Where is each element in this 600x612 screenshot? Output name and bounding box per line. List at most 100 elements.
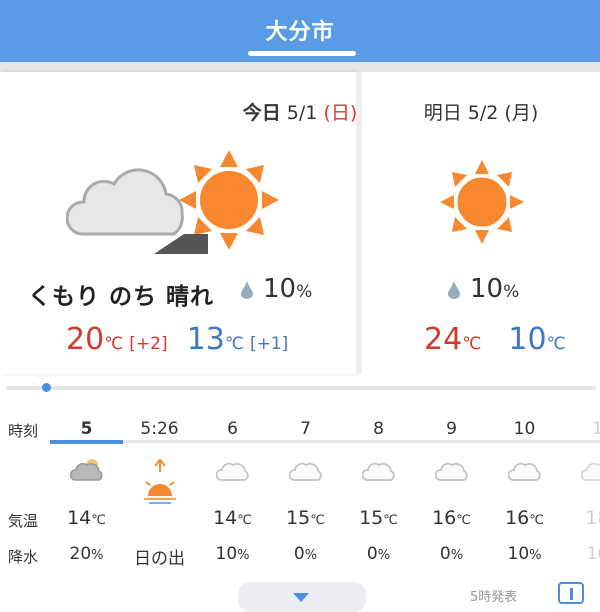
city-tab-indicator [248, 51, 356, 56]
cloudy-sun-icon [50, 456, 123, 486]
hour-label[interactable]: 5:26 [123, 419, 196, 439]
app-header: 大分市 [0, 0, 600, 62]
hour-rain-chance: 0% [269, 544, 342, 564]
today-low-unit: ℃ [224, 334, 244, 354]
hour-label[interactable]: 6 [196, 419, 269, 439]
hour-temperature-unit: ℃ [383, 513, 398, 528]
today-weekday: (日) [323, 102, 358, 124]
day-scroll-indicator[interactable] [42, 383, 51, 392]
raindrop-icon [241, 280, 253, 299]
hour-temperature-value: 14 [67, 507, 92, 529]
info-button[interactable] [558, 582, 584, 604]
tomorrow-low: 10℃ [508, 322, 565, 357]
cloud-icon [488, 460, 561, 486]
hour-rain-value: 0 [293, 544, 305, 564]
hour-rain-value: 日の出 [134, 549, 185, 569]
hour-temperature-value: 18 [585, 507, 600, 529]
tomorrow-rain-value: 10 [470, 274, 504, 304]
tomorrow-high-unit: ℃ [462, 334, 482, 354]
hour-temperature-unit: ℃ [529, 513, 544, 528]
hour-label[interactable]: 1 [561, 419, 600, 439]
today-temperatures: 20℃ [+2] 13℃ [+1] [66, 322, 288, 357]
row-label-temp: 気温 [8, 512, 39, 530]
hour-rain-value: 10 [215, 544, 238, 564]
current-hour-indicator [50, 440, 123, 444]
hour-temperature-value: 15 [359, 507, 384, 529]
city-title[interactable]: 大分市 [0, 14, 600, 46]
hour-label[interactable]: 10 [488, 419, 561, 439]
today-date-value: 5/1 [286, 102, 318, 124]
hour-temperature-value: 14 [213, 507, 238, 529]
hour-label[interactable]: 9 [415, 419, 488, 439]
hour-temperature-value: 16 [432, 507, 457, 529]
today-rain-chance: 10% [241, 274, 312, 304]
tomorrow-high: 24℃ [424, 322, 481, 357]
hour-temperature: 18 [561, 507, 600, 529]
cloud-icon [415, 460, 488, 486]
sunny-icon [440, 160, 524, 244]
hour-temperature: 15℃ [269, 507, 342, 529]
today-rain-unit: % [296, 282, 313, 302]
hour-rain-value: 0 [366, 544, 378, 564]
hour-temperature-unit: ℃ [456, 513, 471, 528]
header-divider [0, 62, 600, 72]
hour-rain-unit: % [237, 548, 250, 563]
hour-rain-chance: 10 [561, 544, 600, 564]
cloud-icon [561, 460, 600, 486]
tomorrow-rain-chance: 10% [448, 274, 519, 304]
today-high: 20℃ [+2] [66, 322, 168, 357]
hour-rain-value: 10 [507, 544, 530, 564]
today-label: 今日 [242, 102, 281, 124]
hour-rain-value: 20 [69, 544, 92, 564]
cloudy-then-sunny-icon [65, 146, 296, 256]
hour-label[interactable]: 7 [269, 419, 342, 439]
hour-rain-unit: % [529, 548, 542, 563]
hour-temperature: 14℃ [196, 507, 269, 529]
today-high-unit: ℃ [104, 334, 124, 354]
hour-rain-chance: 0% [342, 544, 415, 564]
today-rain-value: 10 [263, 274, 297, 304]
tomorrow-temperatures: 24℃ 10℃ [424, 322, 566, 357]
hour-temperature-value: 16 [505, 507, 530, 529]
sunrise-icon [123, 458, 196, 512]
hour-temperature-unit: ℃ [310, 513, 325, 528]
hour-rain-value: 10 [586, 544, 600, 564]
info-icon [570, 588, 573, 600]
today-low-diff: [+1] [249, 334, 289, 354]
row-label-time: 時刻 [8, 422, 39, 440]
day-scroll-track[interactable] [6, 386, 596, 390]
hour-label[interactable]: 5 [50, 419, 123, 439]
cloud-icon [342, 460, 415, 486]
tomorrow-high-value: 24 [424, 322, 463, 357]
tomorrow-date: 明日 5/2 (月) [423, 102, 539, 124]
row-label-rain: 降水 [8, 548, 39, 566]
hour-scale [50, 440, 600, 443]
hour-temperature-unit: ℃ [237, 513, 252, 528]
cloud-icon [269, 460, 342, 486]
hour-label[interactable]: 8 [342, 419, 415, 439]
hour-temperature: 14℃ [50, 507, 123, 529]
hour-rain-unit: % [450, 548, 464, 563]
sunrise-label: 日の出 [123, 544, 196, 569]
hour-rain-unit: % [377, 548, 391, 563]
hour-rain-chance: 0% [415, 544, 488, 564]
hour-temperature: 16℃ [415, 507, 488, 529]
today-high-diff: [+2] [129, 334, 168, 354]
hour-rain-chance: 20% [50, 544, 123, 564]
hour-temperature: 16℃ [488, 507, 561, 529]
hour-rain-chance: 10% [488, 544, 561, 564]
chevron-down-icon [293, 593, 309, 602]
today-high-value: 20 [66, 322, 105, 357]
hour-rain-value: 0 [439, 544, 451, 564]
today-low-value: 13 [186, 322, 225, 357]
tomorrow-low-unit: ℃ [546, 334, 566, 354]
tomorrow-low-value: 10 [508, 322, 547, 357]
today-weather-text: くもり のち 晴れ [28, 284, 215, 310]
cloud-icon [196, 460, 269, 486]
hour-rain-unit: % [304, 548, 318, 563]
hour-temperature-value: 15 [286, 507, 311, 529]
raindrop-icon [448, 280, 460, 299]
expand-button[interactable] [238, 582, 366, 612]
hour-temperature-unit: ℃ [91, 513, 106, 528]
today-low: 13℃ [+1] [187, 322, 289, 357]
